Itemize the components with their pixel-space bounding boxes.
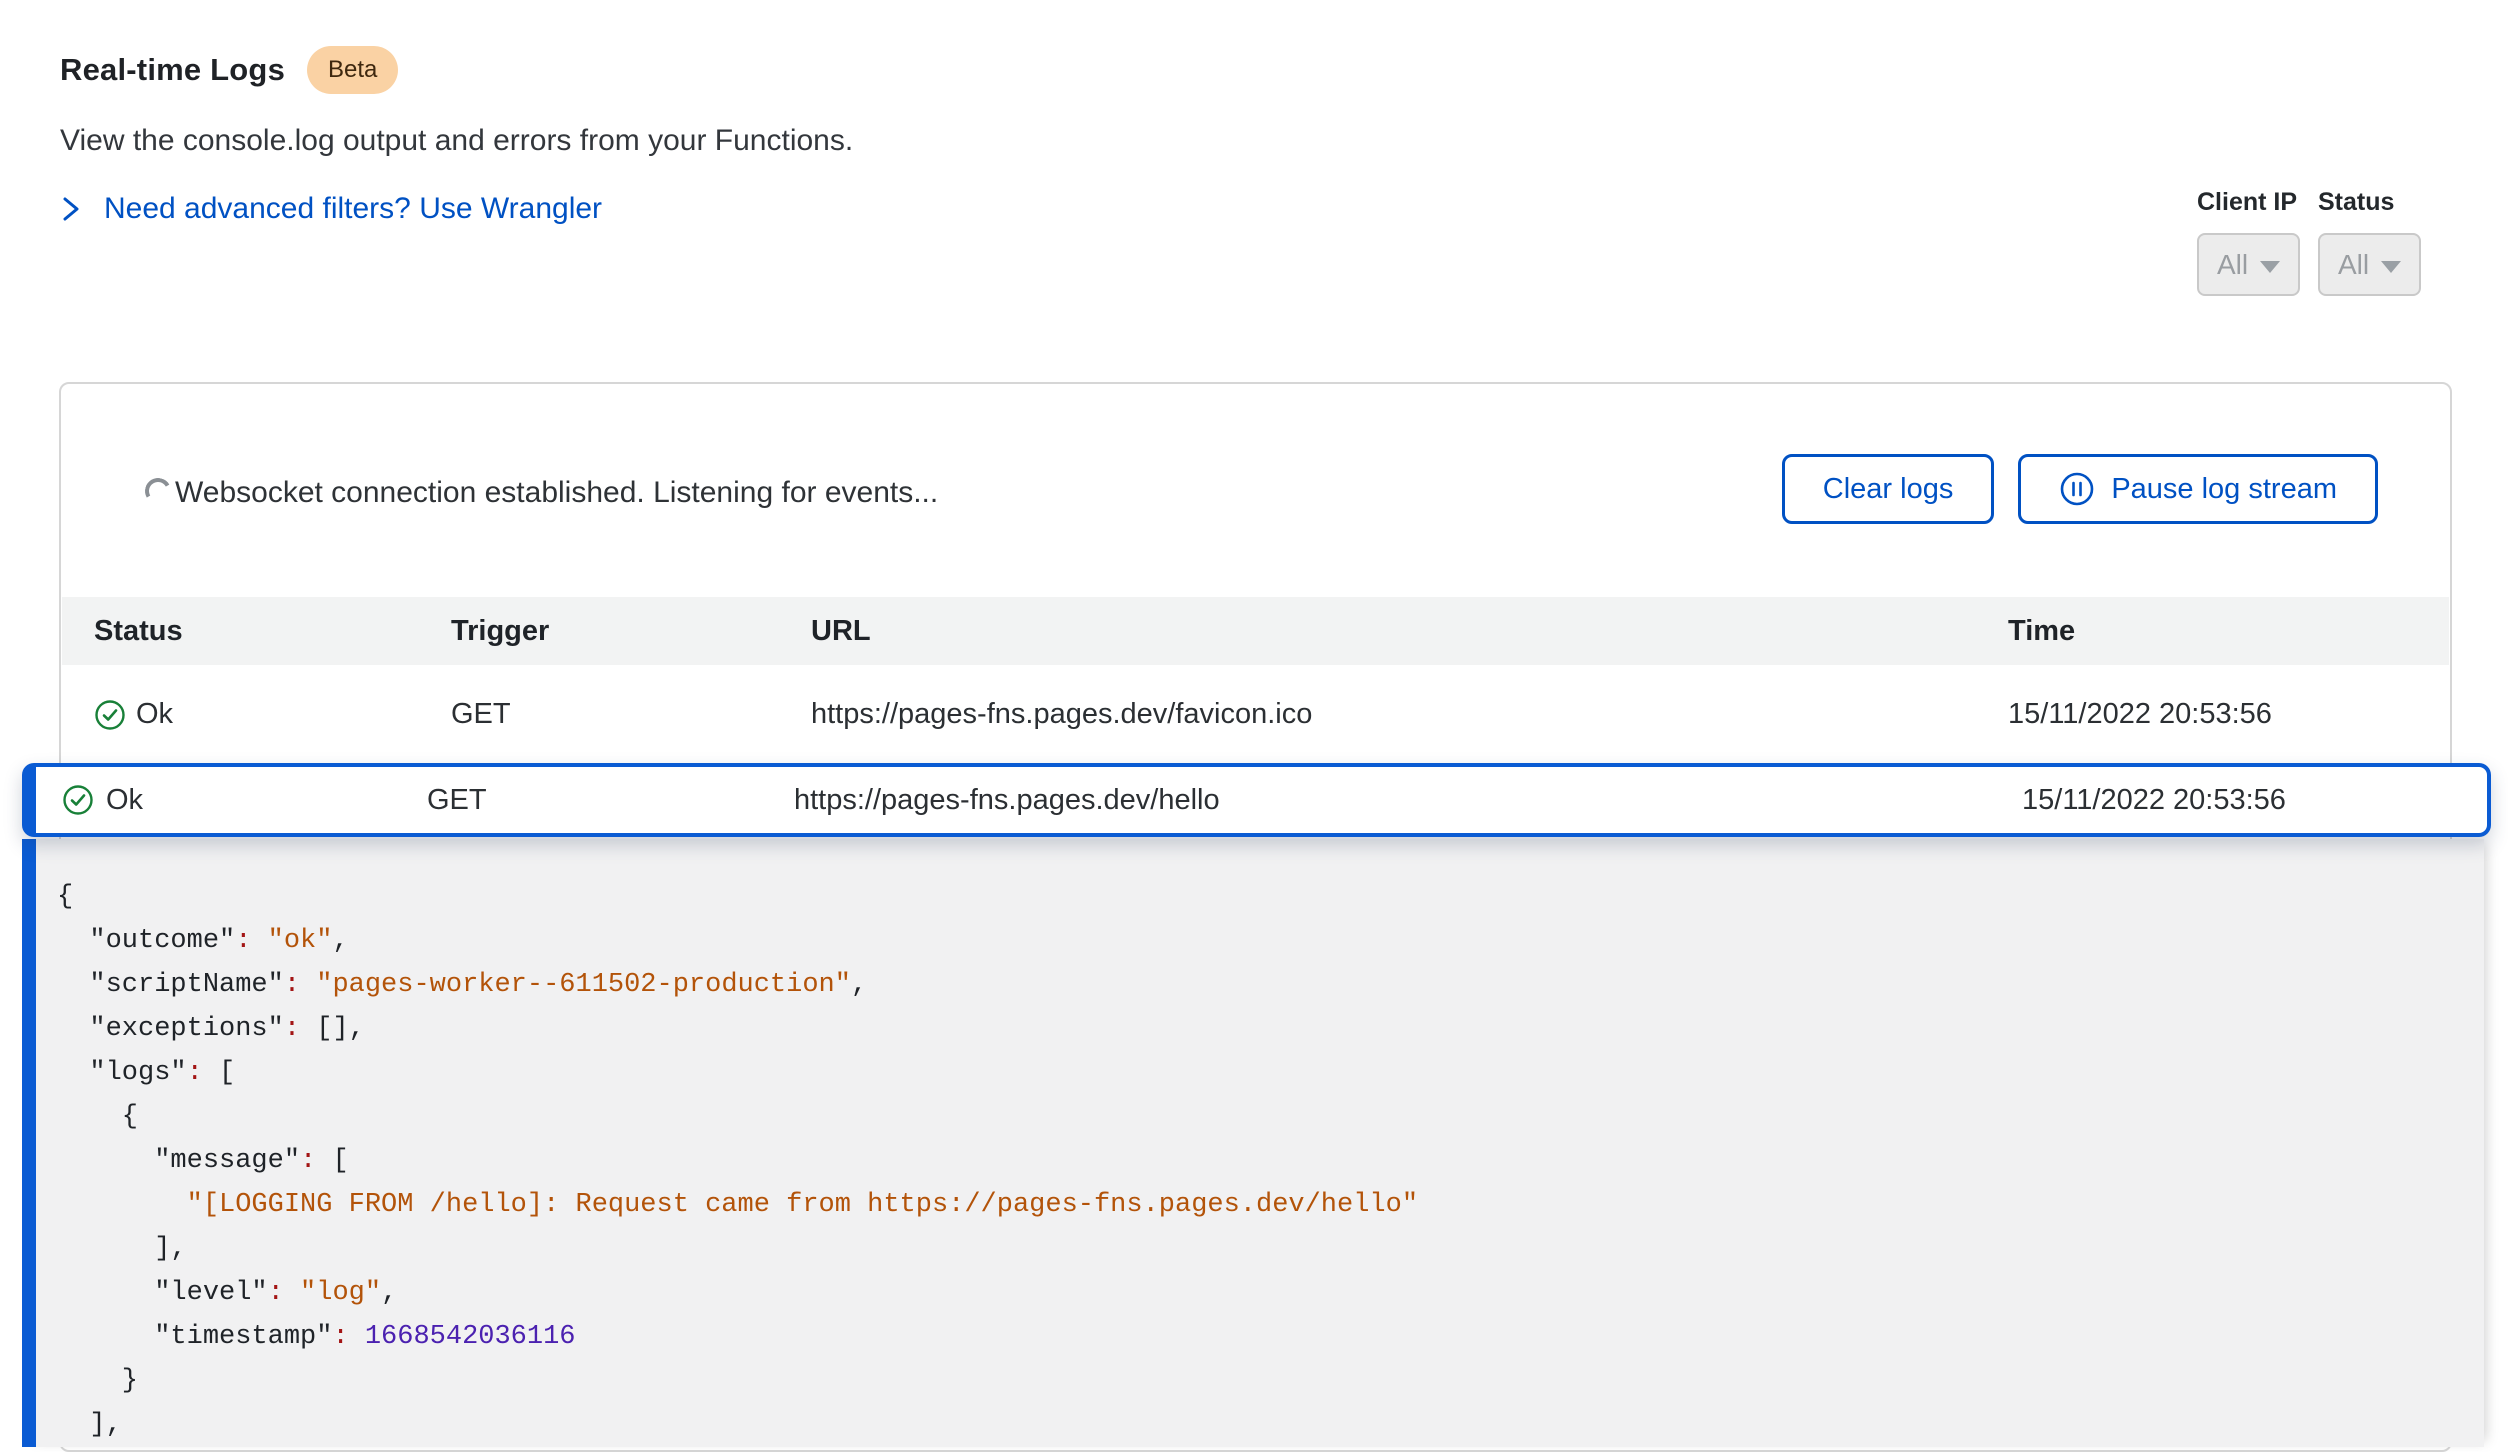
code-line: } <box>57 1359 2484 1403</box>
status-cell: Ok <box>106 767 143 833</box>
code-line: { <box>57 1095 2484 1139</box>
json-code-block: { "outcome": "ok", "scriptName": "pages-… <box>57 875 2484 1447</box>
wrangler-link-label: Need advanced filters? Use Wrangler <box>104 192 602 226</box>
client-ip-dropdown-value: All <box>2217 249 2248 281</box>
log-detail-json: { "outcome": "ok", "scriptName": "pages-… <box>22 839 2484 1447</box>
trigger-cell: GET <box>451 665 511 764</box>
stream-status-bar: Websocket connection established. Listen… <box>61 384 2450 597</box>
code-line: "scriptName": "pages-worker--611502-prod… <box>57 963 2484 1007</box>
code-line: "level": "log", <box>57 1271 2484 1315</box>
code-line: { <box>57 875 2484 919</box>
column-header-trigger: Trigger <box>451 597 549 665</box>
caret-down-icon <box>2381 261 2401 273</box>
code-line: "[LOGGING FROM /hello]: Request came fro… <box>57 1183 2484 1227</box>
code-line: "timestamp": 1668542036116 <box>57 1315 2484 1359</box>
filter-status-label: Status <box>2318 188 2421 217</box>
websocket-status-text: Websocket connection established. Listen… <box>175 476 938 510</box>
page-subtitle: View the console.log output and errors f… <box>60 124 853 158</box>
code-line: ], <box>57 1227 2484 1271</box>
time-cell: 15/11/2022 20:53:56 <box>2008 665 2272 764</box>
caret-down-icon <box>2260 261 2280 273</box>
code-line: "message": [ <box>57 1139 2484 1183</box>
pause-log-stream-label: Pause log stream <box>2111 473 2337 506</box>
clear-logs-button[interactable]: Clear logs <box>1782 454 1995 524</box>
table-row[interactable]: Ok GET https://pages-fns.pages.dev/favic… <box>62 665 2449 764</box>
url-cell: https://pages-fns.pages.dev/favicon.ico <box>811 665 1312 764</box>
code-line: "outcome": "ok", <box>57 919 2484 963</box>
chevron-right-icon <box>56 192 86 226</box>
filter-client-ip: Client IP All <box>2197 188 2300 296</box>
status-cell: Ok <box>136 665 173 764</box>
filter-client-ip-label: Client IP <box>2197 188 2300 217</box>
column-header-status: Status <box>94 597 183 665</box>
page-title: Real-time Logs <box>60 52 285 88</box>
logs-table-header: Status Trigger URL Time <box>62 597 2449 665</box>
check-circle-icon <box>94 699 126 736</box>
url-cell: https://pages-fns.pages.dev/hello <box>794 767 1220 833</box>
column-header-url: URL <box>811 597 871 665</box>
beta-badge: Beta <box>307 46 398 94</box>
clear-logs-label: Clear logs <box>1823 473 1954 506</box>
wrangler-link[interactable]: Need advanced filters? Use Wrangler <box>56 192 602 226</box>
expanded-log-container: Ok GET https://pages-fns.pages.dev/hello… <box>22 763 2491 1447</box>
code-line: "exceptions": [], <box>57 1007 2484 1051</box>
filter-status: Status All <box>2318 188 2421 296</box>
log-filters: Client IP All Status All <box>2197 188 2421 296</box>
status-dropdown-value: All <box>2338 249 2369 281</box>
table-row-selected[interactable]: Ok GET https://pages-fns.pages.dev/hello… <box>22 763 2491 837</box>
status-dropdown[interactable]: All <box>2318 233 2421 296</box>
trigger-cell: GET <box>427 767 487 833</box>
check-circle-icon <box>62 784 94 821</box>
client-ip-dropdown[interactable]: All <box>2197 233 2300 296</box>
pause-log-stream-button[interactable]: Pause log stream <box>2018 454 2378 524</box>
code-line: "logs": [ <box>57 1051 2484 1095</box>
column-header-time: Time <box>2008 597 2075 665</box>
time-cell: 15/11/2022 20:53:56 <box>2022 767 2286 833</box>
code-line: ], <box>57 1403 2484 1447</box>
spinner-icon <box>142 475 174 507</box>
pause-circle-icon <box>2059 471 2095 507</box>
